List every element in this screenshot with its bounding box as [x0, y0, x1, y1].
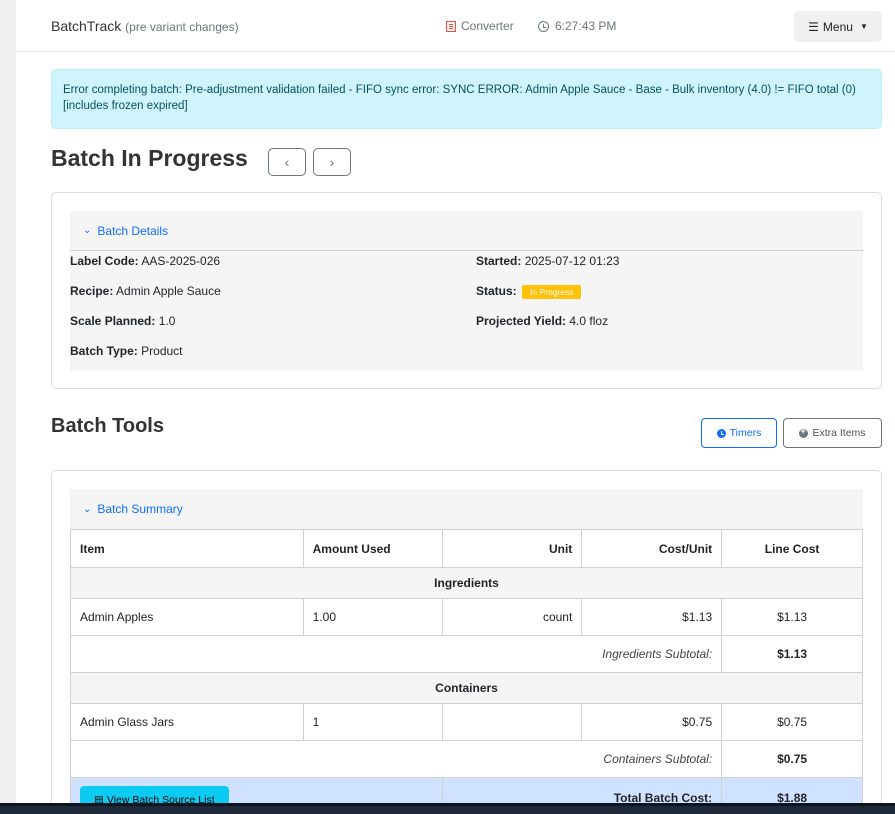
- batch-type-value: Product: [141, 344, 183, 358]
- label-code-label: Label Code:: [70, 254, 139, 268]
- batch-summary-header: Batch Summary: [97, 502, 183, 516]
- extra-items-button[interactable]: Extra Items: [783, 418, 882, 448]
- recipe-label: Recipe:: [70, 284, 114, 298]
- page-title: Batch In Progress: [51, 145, 248, 171]
- brand-subtitle: (pre variant changes): [125, 20, 239, 34]
- started-field: Started: 2025-07-12 01:23: [476, 254, 619, 268]
- subtotal-row-containers: Containers Subtotal: $0.75: [69, 740, 863, 778]
- label-code-value: AAS-2025-026: [141, 254, 221, 268]
- extra-items-label: Extra Items: [812, 427, 866, 439]
- started-value: 2025-07-12 01:23: [524, 254, 620, 268]
- clock-icon: [538, 20, 549, 32]
- column-header: Amount Used: [302, 529, 444, 568]
- item-cell: Admin Glass Jars: [70, 703, 304, 741]
- top-navbar: BatchTrack (pre variant changes) Convert…: [16, 0, 895, 52]
- column-header: Line Cost: [721, 529, 863, 568]
- prev-batch-button[interactable]: ‹: [268, 148, 306, 176]
- batch-tools-title: Batch Tools: [51, 415, 164, 437]
- next-batch-button[interactable]: ›: [313, 148, 351, 176]
- line-cost-cell: $0.75: [721, 703, 863, 741]
- batch-type-field: Batch Type: Product: [70, 344, 183, 358]
- group-row-ingredients: Ingredients: [70, 567, 863, 599]
- batch-details-accordion: ⌄ Batch Details Label Code: AAS-2025-026…: [70, 211, 863, 371]
- table-header-row: Item Amount Used Unit Cost/Unit Line Cos…: [70, 529, 863, 568]
- converter-link[interactable]: Converter: [446, 19, 514, 33]
- batch-type-label: Batch Type:: [70, 344, 138, 358]
- brand-name[interactable]: BatchTrack: [51, 18, 121, 34]
- batch-summary-table: Item Amount Used Unit Cost/Unit Line Cos…: [69, 529, 863, 814]
- calculator-icon: [446, 20, 456, 32]
- batch-summary-toggle[interactable]: ⌄ Batch Summary: [70, 489, 863, 529]
- line-cost-cell: $1.13: [721, 598, 863, 636]
- group-row-containers: Containers: [70, 672, 863, 704]
- subtotal-value: $0.75: [721, 740, 863, 778]
- error-message: Error completing batch: Pre-adjustment v…: [63, 84, 856, 112]
- cost-unit-cell: $0.75: [581, 703, 723, 741]
- started-label: Started:: [476, 254, 522, 268]
- recipe-field: Recipe: Admin Apple Sauce: [70, 284, 221, 298]
- page: BatchTrack (pre variant changes) Convert…: [16, 0, 895, 814]
- clock-icon: [716, 428, 726, 438]
- yield-label: Projected Yield:: [476, 314, 567, 328]
- status-field: Status: In Progress: [476, 284, 582, 299]
- label-code-field: Label Code: AAS-2025-026: [70, 254, 220, 268]
- scale-field: Scale Planned: 1.0: [70, 314, 175, 328]
- scale-label: Scale Planned:: [70, 314, 156, 328]
- status-label: Status:: [476, 284, 517, 298]
- left-gutter: [0, 0, 16, 814]
- column-header: Item: [70, 529, 304, 568]
- converter-label[interactable]: Converter: [461, 19, 514, 33]
- error-alert: Error completing batch: Pre-adjustment v…: [51, 69, 882, 129]
- unit-cell: count: [442, 598, 583, 636]
- subtotal-row-ingredients: Ingredients Subtotal: $1.13: [69, 635, 863, 673]
- group-label: Ingredients: [70, 567, 863, 599]
- amount-cell: 1.00: [302, 598, 444, 636]
- timers-button[interactable]: Timers: [701, 418, 777, 448]
- unit-cell: [442, 703, 583, 741]
- yield-value: 4.0 floz: [569, 314, 609, 328]
- chevron-down-icon: ⌄: [83, 503, 92, 515]
- batch-summary-card: ⌄ Batch Summary Item Amount Used Unit Co…: [51, 470, 882, 814]
- column-header: Unit: [442, 529, 583, 568]
- subtotal-value: $1.13: [721, 635, 863, 673]
- recipe-value: Admin Apple Sauce: [116, 284, 221, 298]
- menu-label: Menu: [822, 19, 853, 34]
- column-header: Cost/Unit: [581, 529, 723, 568]
- caret-down-icon: ▼: [859, 22, 868, 31]
- status-badge: In Progress: [522, 284, 582, 299]
- yield-field: Projected Yield: 4.0 floz: [476, 314, 608, 328]
- chevron-left-icon: ‹: [284, 154, 290, 170]
- plus-circle-icon: [799, 426, 809, 438]
- table-row: Admin Apples 1.00 count $1.13 $1.13: [70, 598, 863, 636]
- amount-cell: 1: [302, 703, 444, 741]
- subtotal-label: Ingredients Subtotal:: [69, 635, 723, 673]
- chevron-right-icon: ›: [329, 154, 335, 170]
- hamburger-icon: ☰: [808, 19, 819, 34]
- timers-label: Timers: [729, 427, 762, 439]
- subtotal-label: Containers Subtotal:: [69, 740, 723, 778]
- table-row: Admin Glass Jars 1 $0.75 $0.75: [70, 703, 863, 741]
- bottom-taskbar: [0, 803, 895, 814]
- cost-unit-cell: $1.13: [581, 598, 723, 636]
- item-cell: Admin Apples: [70, 598, 304, 636]
- menu-button[interactable]: ☰ Menu ▼: [794, 11, 882, 42]
- scale-value: 1.0: [158, 314, 176, 328]
- brand[interactable]: BatchTrack (pre variant changes): [51, 18, 239, 34]
- group-label: Containers: [70, 672, 863, 704]
- clock-time: 6:27:43 PM: [555, 19, 617, 33]
- clock: 6:27:43 PM: [538, 19, 616, 33]
- batch-details-toggle[interactable]: ⌄ Batch Details: [70, 211, 863, 251]
- chevron-down-icon: ⌄: [83, 225, 92, 236]
- batch-details-card: ⌄ Batch Details Label Code: AAS-2025-026…: [51, 192, 882, 389]
- batch-details-header: Batch Details: [97, 223, 169, 238]
